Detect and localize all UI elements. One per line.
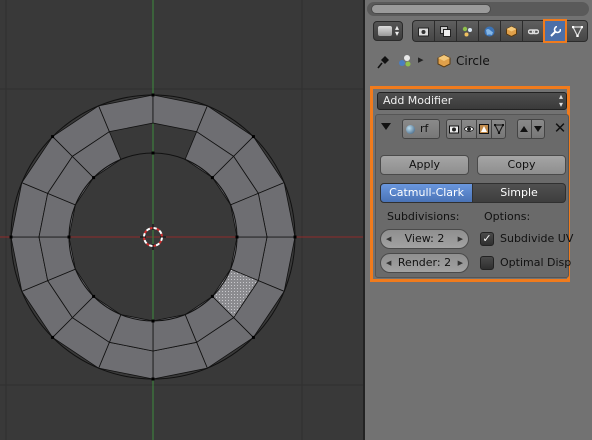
- scrollbar-thumb[interactable]: [371, 4, 491, 14]
- subdivide-uv-label: Subdivide UV: [500, 232, 574, 245]
- move-down-button[interactable]: [531, 119, 545, 139]
- object-name: Circle: [456, 54, 490, 68]
- world-icon: [484, 26, 495, 37]
- mesh-vertex[interactable]: [92, 294, 96, 298]
- mesh-vertex[interactable]: [51, 335, 55, 339]
- camera-icon: [449, 125, 459, 134]
- data-icon: [572, 26, 583, 37]
- mesh-vertex[interactable]: [151, 93, 155, 97]
- catmull-clark-option[interactable]: Catmull-Clark: [380, 183, 473, 203]
- arrow-right-icon[interactable]: ▶: [458, 254, 463, 272]
- tab-scene[interactable]: [456, 20, 478, 42]
- modifier-header: rf ✕: [376, 118, 570, 140]
- tab-data[interactable]: [566, 20, 588, 42]
- updown-icon: ▴ ▾: [558, 92, 563, 109]
- mesh-vertex[interactable]: [210, 176, 214, 180]
- tab-object[interactable]: [500, 20, 522, 42]
- apply-button[interactable]: Apply: [380, 155, 469, 175]
- render-levels-value: Render: 2: [397, 256, 452, 269]
- mesh-face[interactable]: [98, 94, 154, 133]
- constraints-icon: [528, 29, 539, 35]
- visibility-toggles: [446, 119, 506, 139]
- checkmark-icon: ✓: [482, 232, 492, 245]
- view-levels-value: View: 2: [404, 232, 445, 245]
- arrow-left-icon[interactable]: ◀: [386, 230, 391, 248]
- mesh-vertex[interactable]: [251, 135, 255, 139]
- modifier-name: rf: [420, 122, 429, 135]
- editor-type-icon: [378, 26, 392, 36]
- add-modifier-dropdown[interactable]: Add Modifier ▴ ▾: [377, 92, 567, 110]
- subsurf-modifier-panel: rf ✕ Apply Copy Catmull-Clark Simple Sub…: [375, 114, 573, 278]
- move-arrows: [517, 119, 545, 139]
- modifier-stack: Add Modifier ▴ ▾ rf ✕ Apply Copy Catmull…: [370, 86, 573, 282]
- tab-modifiers[interactable]: [543, 19, 567, 43]
- add-modifier-label: Add Modifier: [383, 94, 453, 107]
- options-label: Options:: [484, 210, 531, 223]
- view-levels-field[interactable]: ◀ View: 2 ▶: [380, 229, 469, 249]
- close-icon: ✕: [553, 119, 567, 137]
- mesh-vertex[interactable]: [92, 176, 96, 180]
- mesh-vertex[interactable]: [151, 377, 155, 381]
- collapse-triangle-icon[interactable]: [381, 123, 391, 130]
- chevron-right-icon: ▸: [418, 53, 424, 66]
- scene-icon: [399, 55, 411, 67]
- tab-render[interactable]: [412, 20, 434, 42]
- tab-world[interactable]: [478, 20, 500, 42]
- render-icon: [418, 27, 429, 37]
- arrow-down-icon: [534, 126, 542, 132]
- mesh-vertex[interactable]: [251, 335, 255, 339]
- copy-button[interactable]: Copy: [477, 155, 566, 175]
- object-icon: [506, 26, 517, 37]
- mesh-vertex[interactable]: [210, 294, 214, 298]
- cage-icon: [494, 124, 504, 134]
- simple-option[interactable]: Simple: [473, 183, 566, 203]
- subdivide-uv-checkbox[interactable]: ✓: [480, 232, 494, 246]
- tab-constraints[interactable]: [522, 20, 544, 42]
- context-tabs: ▴ ▾: [371, 19, 591, 43]
- mesh-vertex[interactable]: [151, 151, 155, 155]
- arrow-up-icon: [520, 126, 528, 132]
- optimal-display-label: Optimal Disp: [500, 256, 572, 269]
- editmode-toggle[interactable]: [476, 119, 491, 139]
- mesh-vertex[interactable]: [151, 319, 155, 323]
- mesh-vertex[interactable]: [9, 235, 13, 239]
- breadcrumb: ▸ Circle: [375, 52, 585, 72]
- properties-panel: ▴ ▾ ▸ Circle Add Modifier ▴ ▾ rf ✕ Apply…: [365, 0, 592, 440]
- render-toggle[interactable]: [446, 119, 461, 139]
- mesh-vertex[interactable]: [293, 235, 297, 239]
- render-levels-field[interactable]: ◀ Render: 2 ▶: [380, 253, 469, 273]
- modifiers-icon: [550, 26, 561, 37]
- arrow-right-icon[interactable]: ▶: [458, 230, 463, 248]
- editor-type-button[interactable]: ▴ ▾: [373, 21, 403, 41]
- object-icon: [437, 54, 451, 68]
- scene-icon: [462, 26, 472, 37]
- 3d-viewport[interactable]: [0, 0, 363, 440]
- pin-icon[interactable]: [375, 54, 391, 70]
- mesh-vertex[interactable]: [235, 235, 239, 239]
- mesh-vertex[interactable]: [51, 135, 55, 139]
- optimal-display-checkbox[interactable]: [480, 256, 494, 270]
- subdivisions-label: Subdivisions:: [387, 210, 460, 223]
- cage-toggle[interactable]: [491, 119, 506, 139]
- mesh-vertex[interactable]: [67, 235, 71, 239]
- blender-window: ▴ ▾ ▸ Circle Add Modifier ▴ ▾ rf ✕ Apply…: [0, 0, 592, 440]
- updown-icon: ▴ ▾: [394, 23, 399, 38]
- remove-modifier-button[interactable]: ✕: [553, 118, 567, 138]
- modifier-name-field[interactable]: rf: [402, 119, 440, 139]
- subsurf-icon: [406, 125, 415, 134]
- arrow-left-icon[interactable]: ◀: [386, 254, 391, 272]
- editmode-icon: [479, 124, 489, 134]
- viewport-toggle[interactable]: [461, 119, 476, 139]
- eye-icon: [464, 126, 474, 132]
- tab-render-layers[interactable]: [434, 20, 456, 42]
- move-up-button[interactable]: [517, 119, 531, 139]
- render-layers-icon: [440, 26, 451, 37]
